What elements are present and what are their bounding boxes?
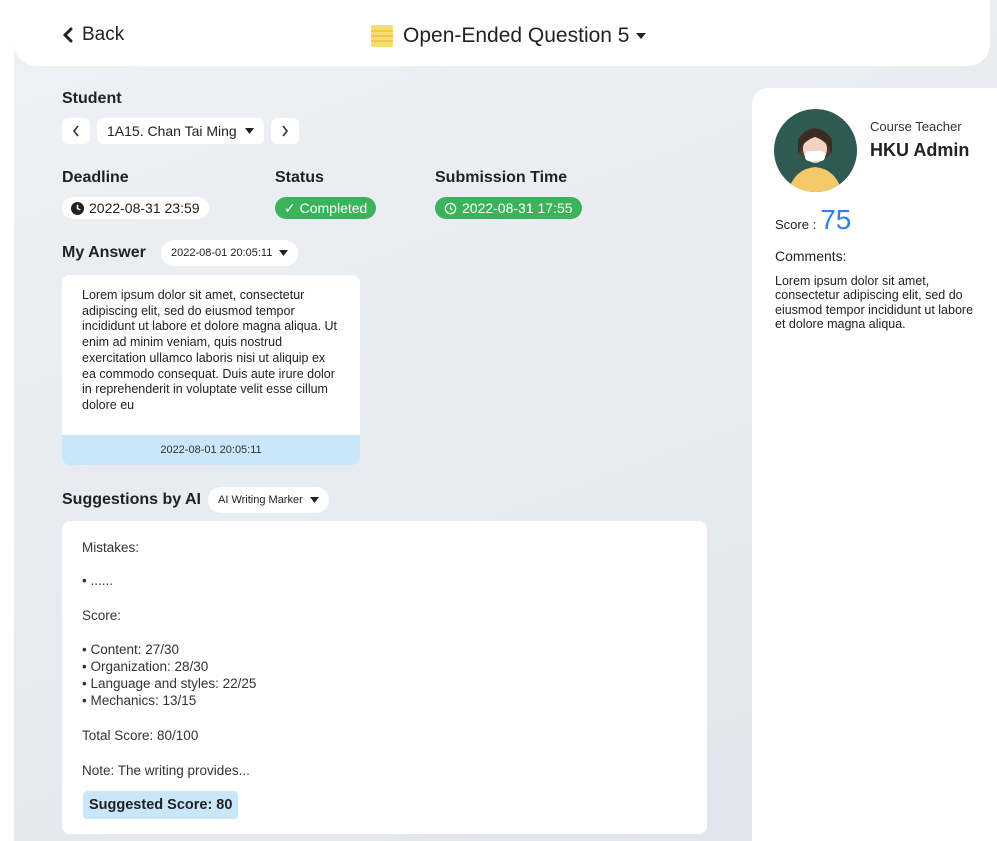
chevron-left-icon	[72, 125, 79, 137]
teacher-panel: Course Teacher HKU Admin Score : 75 Comm…	[752, 88, 997, 841]
history-icon	[444, 202, 457, 214]
deadline-label: Deadline	[62, 169, 129, 186]
back-button[interactable]: Back	[62, 24, 124, 46]
chevron-right-icon	[282, 125, 288, 137]
teacher-role: Course Teacher	[870, 119, 962, 134]
question-selector[interactable]: Open-Ended Question 5	[371, 24, 646, 48]
mistake-item: • ......	[82, 573, 113, 588]
status-value: ✓ Completed	[284, 199, 368, 216]
teacher-name: HKU Admin	[870, 140, 970, 160]
teacher-score-label: Score :	[775, 217, 817, 232]
score-item-text: Language and styles: 22/25	[90, 676, 257, 691]
score-item-text: Organization: 28/30	[90, 659, 209, 674]
comments-text: Lorem ipsum dolor sit amet, consectetur …	[775, 274, 974, 331]
teacher-score-value: 75	[820, 204, 852, 235]
ai-marker-value: AI Writing Marker	[218, 494, 303, 506]
back-label: Back	[82, 24, 125, 45]
answer-text: Lorem ipsum dolor sit amet, consectetur …	[82, 288, 338, 412]
status-badge: ✓ Completed	[275, 197, 377, 219]
caret-down-icon	[244, 128, 254, 134]
student-label: Student	[62, 90, 122, 107]
student-navigator: 1A15. Chan Tai Ming	[62, 118, 299, 144]
submission-value: 2022-08-31 17:55	[462, 200, 573, 216]
mistakes-label: Mistakes:	[82, 540, 140, 555]
answer-version-select[interactable]: 2022-08-01 20:05:11	[161, 240, 299, 266]
total-score: Total Score: 80/100	[82, 728, 199, 743]
suggested-score-badge: Suggested Score: 80	[83, 791, 239, 819]
submission-badge: 2022-08-31 17:55	[435, 197, 582, 219]
caret-down-icon	[279, 250, 289, 256]
top-bar: Back Open-Ended Question 5	[14, 0, 990, 66]
ai-marker-select[interactable]: AI Writing Marker	[208, 487, 329, 513]
ai-suggestions-label: Suggestions by AI	[62, 491, 201, 508]
caret-down-icon	[635, 33, 646, 39]
ai-suggestions-card: Mistakes: • ...... Score: • Content: 27/…	[62, 521, 707, 834]
chevron-left-icon	[62, 27, 73, 43]
ai-note: Note: The writing provides...	[82, 763, 250, 778]
status-label: Status	[275, 169, 324, 186]
submission-label: Submission Time	[435, 169, 568, 186]
previous-student-button[interactable]	[62, 118, 90, 144]
score-item: • Content: 27/30	[82, 642, 180, 657]
next-student-button[interactable]	[270, 118, 299, 144]
deadline-badge: 2022-08-31 23:59	[62, 197, 209, 219]
teacher-score: Score : 75	[775, 204, 851, 236]
student-selected-value: 1A15. Chan Tai Ming	[107, 123, 237, 139]
answer-version-value: 2022-08-01 20:05:11	[171, 247, 273, 259]
score-item-text: Mechanics: 13/15	[90, 693, 197, 708]
avatar	[774, 109, 857, 192]
answer-timestamp: 2022-08-01 20:05:11	[62, 435, 360, 465]
score-item-text: Content: 27/30	[90, 642, 180, 657]
answer-card: Lorem ipsum dolor sit amet, consectetur …	[62, 275, 360, 465]
comments-label: Comments:	[775, 248, 847, 264]
score-item: • Organization: 28/30	[82, 659, 209, 674]
score-item: • Mechanics: 13/15	[82, 693, 197, 708]
note-icon	[371, 25, 393, 47]
deadline-value: 2022-08-31 23:59	[89, 200, 200, 216]
my-answer-label: My Answer	[62, 244, 146, 261]
score-item: • Language and styles: 22/25	[82, 676, 257, 691]
clock-icon	[71, 201, 84, 215]
student-select[interactable]: 1A15. Chan Tai Ming	[97, 118, 264, 144]
mistake-item-text: ......	[90, 573, 113, 588]
score-label: Score:	[82, 608, 122, 623]
page-title: Open-Ended Question 5	[403, 24, 630, 47]
caret-down-icon	[309, 497, 319, 503]
